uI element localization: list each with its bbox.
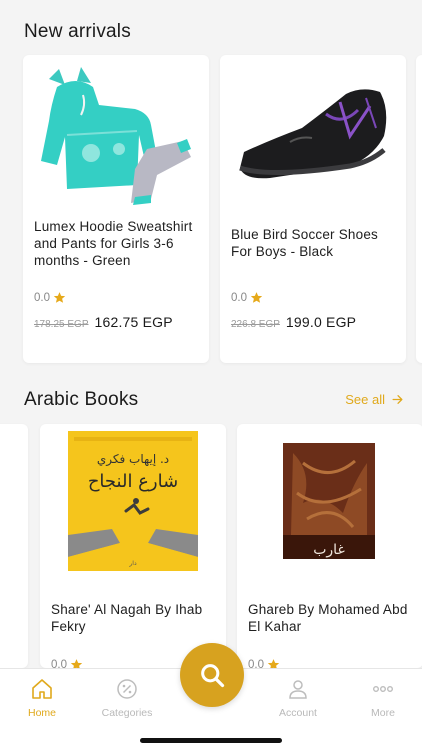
star-icon [53,292,66,303]
search-icon [201,664,225,688]
product-card-partial[interactable] [416,55,422,363]
product-name: Lumex Hoodie Sweatshirt and Pants for Gi… [34,219,193,268]
rating-value: 0.0 [248,658,264,669]
tab-label: Home [27,707,56,719]
section-title-new-arrivals: New arrivals [24,21,131,42]
cover-title: غارب [313,542,345,558]
product-rating: 0.0 [248,658,280,668]
star-icon [250,292,263,303]
see-all-link[interactable]: See all [345,392,404,407]
home-icon [32,679,52,699]
old-price: 226.8 EGP [231,319,280,330]
tab-label: More [371,707,395,719]
percent-icon [117,679,137,699]
user-icon [289,680,307,699]
product-card-partial[interactable] [0,424,28,668]
product-card[interactable]: Lumex Hoodie Sweatshirt and Pants for Gi… [23,55,209,363]
tab-label: Categories [101,707,153,719]
price: 199.0 EGP [285,314,357,330]
see-all-label: See all [345,392,385,407]
product-image [31,65,203,210]
product-prices: 226.8 EGP 199.0 EGP [231,314,356,330]
home-indicator [140,738,282,743]
product-image: د. إيهاب فكري شارع النجاح دار [68,431,198,571]
section-title-arabic-books: Arabic Books [24,389,139,410]
product-rating: 0.0 [34,291,66,304]
cover-title: شارع النجاح [88,471,178,492]
tab-home[interactable]: Home [2,677,82,719]
product-card[interactable]: غارب Ghareb By Mohamed Abd El Kahar 0.0 [237,424,422,668]
tab-more[interactable]: More [343,677,422,719]
product-rating: 0.0 [231,291,263,304]
product-image [230,80,396,200]
search-button[interactable] [180,643,244,707]
rating-value: 0.0 [231,291,247,304]
product-name: Blue Bird Soccer Shoes For Boys - Black [231,227,378,259]
product-card[interactable]: د. إيهاب فكري شارع النجاح دار Share' Al … [40,424,226,668]
cover-author: د. إيهاب فكري [97,452,169,467]
old-price: 178.25 EGP [34,319,89,330]
product-image: غارب [283,443,375,559]
svg-text:دار: دار [128,560,137,567]
product-name: Ghareb By Mohamed Abd El Kahar [248,602,408,634]
tab-label: Account [279,707,317,719]
star-icon [267,659,280,668]
tab-account[interactable]: Account [258,677,338,719]
more-icon [373,685,394,692]
product-name: Share' Al Nagah By Ihab Fekry [51,602,203,634]
arrow-right-icon [392,395,403,404]
star-icon [70,659,83,668]
product-rating: 0.0 [51,658,83,668]
product-card[interactable]: Blue Bird Soccer Shoes For Boys - Black … [220,55,406,363]
price: 162.75 EGP [94,314,173,330]
rating-value: 0.0 [34,291,50,304]
product-prices: 178.25 EGP 162.75 EGP [34,314,173,330]
rating-value: 0.0 [51,658,67,669]
tab-categories[interactable]: Categories [87,677,167,719]
